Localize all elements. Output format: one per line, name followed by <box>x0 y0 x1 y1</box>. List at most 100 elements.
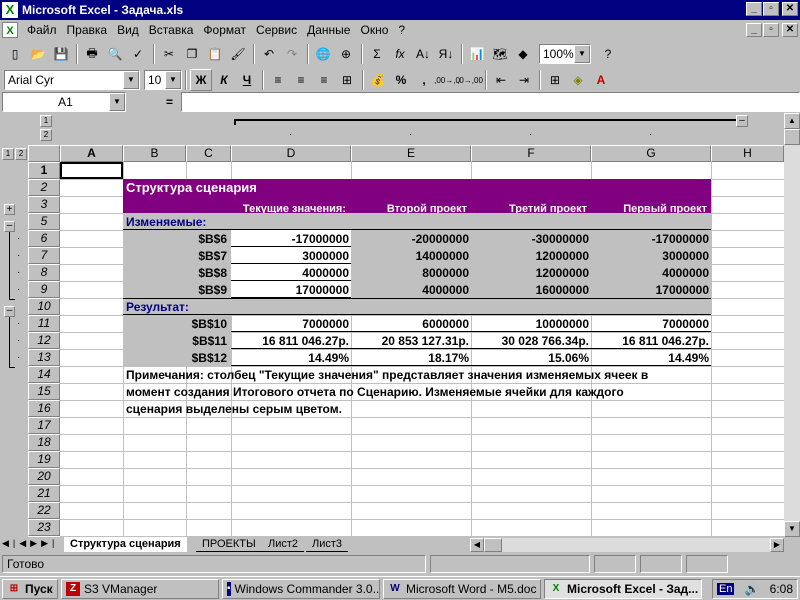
font-color-icon[interactable]: A <box>590 69 612 91</box>
excel-icon[interactable]: X <box>2 2 18 18</box>
autosum-icon[interactable]: Σ <box>366 43 388 65</box>
format-painter-icon[interactable]: 🖌 <box>227 43 249 65</box>
chevron-down-icon[interactable]: ▼ <box>123 71 139 89</box>
close-button[interactable]: ✕ <box>782 2 798 16</box>
row-header-18[interactable]: 18 <box>28 434 60 451</box>
column-header-d[interactable]: D <box>231 145 351 162</box>
tab-scenario-summary[interactable]: Структура сценария <box>64 537 187 552</box>
merge-center-icon[interactable]: ⊞ <box>336 69 358 91</box>
decrease-indent-icon[interactable]: ⇤ <box>490 69 512 91</box>
row-header-3[interactable]: 3 <box>28 196 60 213</box>
row-header-8[interactable]: 8 <box>28 264 60 281</box>
borders-icon[interactable]: ⊞ <box>544 69 566 91</box>
column-header-c[interactable]: C <box>186 145 231 162</box>
tab-sheet2[interactable]: Лист2 <box>262 537 305 552</box>
expand-icon[interactable]: + <box>4 204 15 215</box>
row-header-1[interactable]: 1 <box>28 162 60 179</box>
menu-data[interactable]: Данные <box>302 23 355 37</box>
outline-level-1[interactable]: 1 <box>40 115 52 127</box>
row-header-22[interactable]: 22 <box>28 502 60 519</box>
menu-help[interactable]: ? <box>393 23 410 37</box>
scroll-right-icon[interactable]: ▶ <box>770 538 784 552</box>
menu-tools[interactable]: Сервис <box>251 23 302 37</box>
row-outline-level-2[interactable]: 2 <box>15 148 27 160</box>
new-icon[interactable]: ▯ <box>4 43 26 65</box>
row-header-6[interactable]: 6 <box>28 230 60 247</box>
cut-icon[interactable]: ✂ <box>158 43 180 65</box>
bold-button[interactable]: Ж <box>190 69 212 91</box>
spelling-icon[interactable]: ✓ <box>127 43 149 65</box>
align-right-icon[interactable]: ≡ <box>313 69 335 91</box>
drawing-icon[interactable]: ◆ <box>512 43 534 65</box>
currency-icon[interactable]: 💰 <box>367 69 389 91</box>
percent-button[interactable]: % <box>390 69 412 91</box>
menu-view[interactable]: Вид <box>112 23 144 37</box>
formula-input[interactable] <box>181 92 800 112</box>
align-left-icon[interactable]: ≡ <box>267 69 289 91</box>
column-header-a[interactable]: A <box>60 145 123 162</box>
zoom-select[interactable]: 100% ▼ <box>539 44 591 64</box>
increase-decimal-button[interactable]: ,00→,0 <box>434 69 460 91</box>
menu-edit[interactable]: Правка <box>62 23 113 37</box>
chart-wizard-icon[interactable]: 📊 <box>466 43 488 65</box>
redo-icon[interactable]: ↷ <box>281 43 303 65</box>
scroll-thumb[interactable] <box>784 129 800 145</box>
collapse-icon[interactable]: – <box>4 306 15 317</box>
doc-close-button[interactable]: ✕ <box>782 23 798 37</box>
font-size-select[interactable]: 10 ▼ <box>144 70 182 90</box>
row-header-23[interactable]: 23 <box>28 519 60 536</box>
scroll-down-icon[interactable]: ▼ <box>784 521 800 537</box>
vertical-scrollbar[interactable]: ▲ ▼ <box>784 113 800 537</box>
collapse-icon[interactable]: – <box>736 115 748 127</box>
column-header-g[interactable]: G <box>591 145 711 162</box>
task-windows-commander[interactable]: ▪ Windows Commander 3.0... <box>222 578 380 599</box>
row-header-15[interactable]: 15 <box>28 383 60 400</box>
name-box[interactable]: A1 ▼ <box>2 92 126 112</box>
task-excel-active[interactable]: X Microsoft Excel - Зад... <box>544 578 702 599</box>
font-select[interactable]: Arial Cyr ▼ <box>4 70 140 90</box>
open-icon[interactable]: 📂 <box>27 43 49 65</box>
function-icon[interactable]: fx <box>389 43 411 65</box>
save-icon[interactable]: 💾 <box>50 43 72 65</box>
map-icon[interactable]: 🗺 <box>489 43 511 65</box>
menu-insert[interactable]: Вставка <box>144 23 199 37</box>
preview-icon[interactable]: 🔍 <box>104 43 126 65</box>
column-header-f[interactable]: F <box>471 145 591 162</box>
web-toolbar-icon[interactable]: ⊕ <box>335 43 357 65</box>
row-header-16[interactable]: 16 <box>28 400 60 417</box>
select-all-corner[interactable] <box>28 145 60 162</box>
worksheet[interactable]: 1 2 – · · · · 1 2 ABCDEFGH 1 2 3 5 6 · 7 · 8 · 9 · 1… <box>0 113 784 537</box>
tab-projects[interactable]: ПРОЕКТЫ <box>196 537 262 552</box>
row-header-2[interactable]: 2 <box>28 179 60 196</box>
row-header-13[interactable]: 13 <box>28 349 60 366</box>
row-header-14[interactable]: 14 <box>28 366 60 383</box>
hscroll-thumb[interactable] <box>484 538 502 552</box>
underline-button[interactable]: Ч <box>236 69 258 91</box>
print-icon[interactable]: 🖶 <box>81 43 103 65</box>
task-word[interactable]: W Microsoft Word - M5.doc <box>383 578 541 599</box>
scroll-up-icon[interactable]: ▲ <box>784 113 800 129</box>
column-header-h[interactable]: H <box>711 145 784 162</box>
tab-sheet3[interactable]: Лист3 <box>306 537 349 552</box>
workbook-icon[interactable]: X <box>2 22 18 38</box>
task-s3vmanager[interactable]: Z S3 VManager <box>61 578 219 599</box>
sort-ascending-icon[interactable]: A↓ <box>412 43 434 65</box>
start-button[interactable]: ⊞ Пуск <box>2 578 58 599</box>
menu-window[interactable]: Окно <box>355 23 393 37</box>
fill-color-icon[interactable]: ◈ <box>567 69 589 91</box>
tab-nav-icons[interactable]: ◀|◀▶▶| <box>2 538 58 549</box>
chevron-down-icon[interactable]: ▼ <box>109 93 125 111</box>
hyperlink-icon[interactable]: 🌐 <box>312 43 334 65</box>
chevron-down-icon[interactable]: ▼ <box>165 71 181 89</box>
scroll-left-icon[interactable]: ◀ <box>470 538 484 552</box>
align-center-icon[interactable]: ≡ <box>290 69 312 91</box>
increase-indent-icon[interactable]: ⇥ <box>513 69 535 91</box>
menu-file[interactable]: Файл <box>22 23 62 37</box>
row-header-7[interactable]: 7 <box>28 247 60 264</box>
copy-icon[interactable]: ❐ <box>181 43 203 65</box>
italic-button[interactable]: К <box>213 69 235 91</box>
menu-format[interactable]: Формат <box>198 23 251 37</box>
outline-level-2[interactable]: 2 <box>40 129 52 141</box>
speaker-icon[interactable]: 🔊 <box>745 582 760 596</box>
office-assistant-icon[interactable]: ? <box>597 43 619 65</box>
